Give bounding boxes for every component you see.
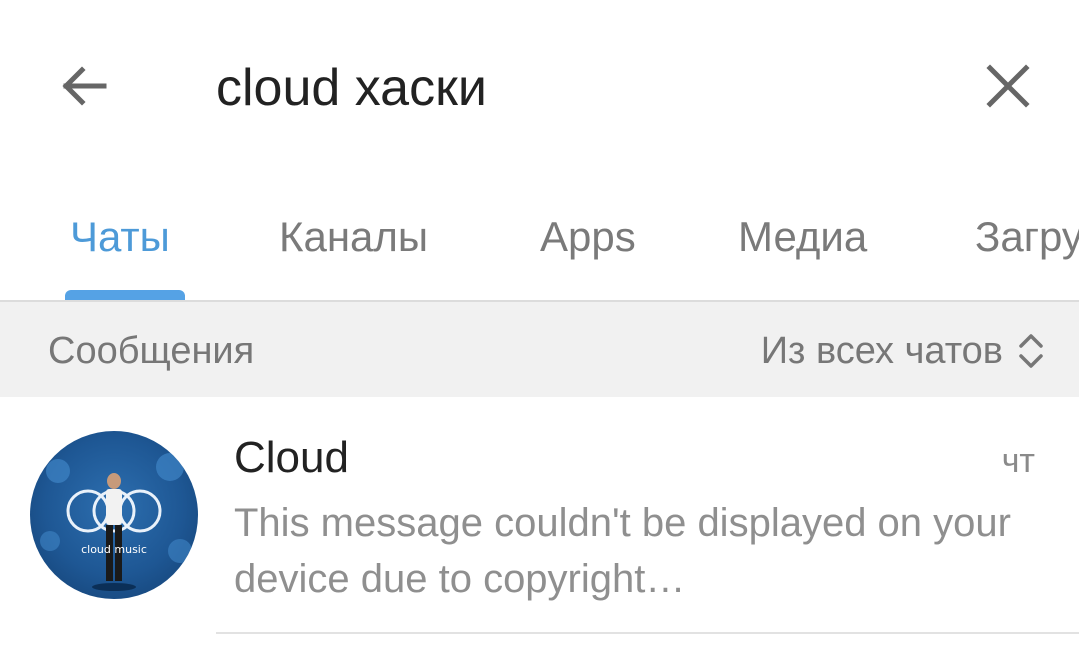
tab-chats[interactable]: Чаты [70, 211, 170, 263]
chat-time: чт [1001, 442, 1035, 480]
chat-message-preview: This message couldn't be displayed on yo… [234, 501, 1011, 601]
clear-search-button[interactable] [972, 50, 1044, 122]
section-header: Сообщения Из всех чатов [0, 302, 1079, 397]
search-bar: cloud хаски [0, 0, 1079, 175]
avatar: cloud music [30, 431, 198, 599]
avatar-caption: cloud music [81, 543, 147, 556]
tab-apps[interactable]: Apps [540, 211, 636, 263]
search-input[interactable]: cloud хаски [216, 56, 487, 120]
search-screen: cloud хаски Чаты Каналы Apps Медиа Загру… [0, 0, 1079, 652]
close-icon [986, 64, 1030, 108]
search-tabs: Чаты Каналы Apps Медиа Загрузки [0, 175, 1079, 301]
tab-channels[interactable]: Каналы [279, 211, 428, 263]
chat-name: Cloud [234, 433, 349, 482]
row-divider [216, 632, 1079, 634]
chat-result-row[interactable]: cloud music Cloud чт This message couldn… [0, 397, 1079, 633]
avatar-image [40, 453, 192, 591]
chevron-up-down-icon [1017, 330, 1045, 372]
arrow-left-icon [62, 66, 107, 106]
back-button[interactable] [48, 50, 120, 122]
section-title: Сообщения [48, 330, 255, 372]
tab-downloads[interactable]: Загрузки [975, 211, 1079, 263]
chat-filter-label: Из всех чатов [760, 330, 1003, 372]
tab-media[interactable]: Медиа [738, 211, 867, 263]
chat-filter-dropdown[interactable]: Из всех чатов [761, 328, 1045, 374]
